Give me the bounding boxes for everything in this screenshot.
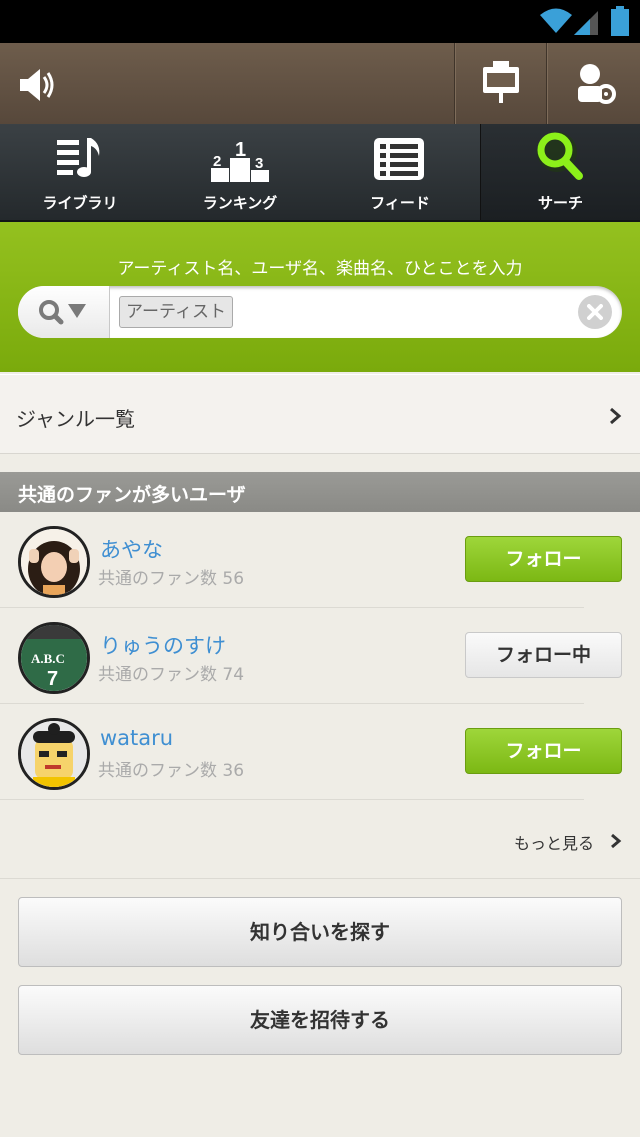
user-settings-icon — [578, 64, 616, 104]
svg-text:A.B.C: A.B.C — [31, 651, 65, 666]
genre-list-row[interactable]: ジャンル一覧 — [0, 374, 640, 454]
following-button[interactable]: フォロー中 — [465, 632, 622, 678]
avatar — [18, 526, 90, 598]
close-icon — [587, 304, 603, 320]
avatar — [18, 718, 90, 790]
tab-feed[interactable]: フィード — [320, 124, 480, 220]
tab-library[interactable]: ライブラリ — [0, 124, 160, 220]
wifi-icon — [540, 8, 572, 33]
user-name[interactable]: wataru — [100, 726, 173, 750]
status-bar — [0, 0, 640, 43]
search-input[interactable] — [248, 296, 568, 328]
user-common-fans: 共通のファン数 56 — [98, 569, 245, 589]
search-filter-chip[interactable]: アーティスト — [119, 296, 233, 328]
chevron-right-icon — [611, 833, 622, 849]
section-header: 共通のファンが多いユーザ — [0, 472, 640, 512]
tab-ranking[interactable]: 1 2 3 ランキング — [160, 124, 320, 220]
search-box: アーティスト — [18, 286, 622, 338]
genre-list-label: ジャンル一覧 — [16, 407, 135, 431]
avatar: A.B.C 7 — [18, 622, 90, 694]
tab-bar: ライブラリ 1 2 3 ランキング フィード サーチ — [0, 124, 640, 222]
account-settings-button[interactable] — [548, 43, 638, 124]
tab-search[interactable]: サーチ — [480, 124, 640, 220]
search-icon — [536, 132, 583, 180]
user-name[interactable]: あやな — [100, 534, 163, 564]
speaker-icon[interactable] — [14, 63, 58, 107]
tab-library-label: ライブラリ — [42, 194, 118, 212]
svg-text:2: 2 — [213, 153, 221, 170]
invite-friends-button[interactable]: 友達を招待する — [18, 985, 622, 1055]
clear-search-button[interactable] — [578, 295, 612, 329]
top-bar — [0, 43, 640, 124]
show-more-label: もっと見る — [514, 834, 595, 853]
chevron-right-icon — [610, 407, 622, 425]
tab-ranking-label: ランキング — [202, 194, 278, 212]
user-common-fans: 共通のファン数 36 — [98, 761, 245, 781]
tab-feed-label: フィード — [370, 194, 430, 212]
battery-icon — [611, 6, 629, 36]
user-name[interactable]: りゅうのすけ — [100, 630, 226, 660]
search-hint: アーティスト名、ユーザ名、楽曲名、ひとことを入力 — [117, 259, 523, 279]
feed-list-icon — [374, 138, 424, 180]
section-title: 共通のファンが多いユーザ — [18, 484, 246, 506]
podium-icon: 1 2 3 — [211, 139, 269, 182]
find-friends-button[interactable]: 知り合いを探す — [18, 897, 622, 967]
follow-button[interactable]: フォロー — [465, 536, 622, 582]
signal-icon — [574, 11, 598, 35]
now-playing-button[interactable] — [456, 43, 546, 124]
search-dropdown-icon — [39, 300, 86, 325]
svg-text:7: 7 — [47, 668, 58, 690]
divider — [0, 878, 640, 879]
svg-text:3: 3 — [255, 155, 263, 172]
music-library-icon — [57, 138, 100, 177]
search-panel: アーティスト名、ユーザ名、楽曲名、ひとことを入力 アーティスト — [0, 222, 640, 372]
player-icon — [483, 61, 519, 103]
user-common-fans: 共通のファン数 74 — [98, 665, 245, 685]
follow-button[interactable]: フォロー — [465, 728, 622, 774]
tab-search-label: サーチ — [537, 194, 583, 212]
svg-text:1: 1 — [235, 139, 246, 161]
search-type-selector[interactable] — [18, 286, 110, 338]
show-more-link[interactable]: もっと見る — [514, 830, 622, 854]
